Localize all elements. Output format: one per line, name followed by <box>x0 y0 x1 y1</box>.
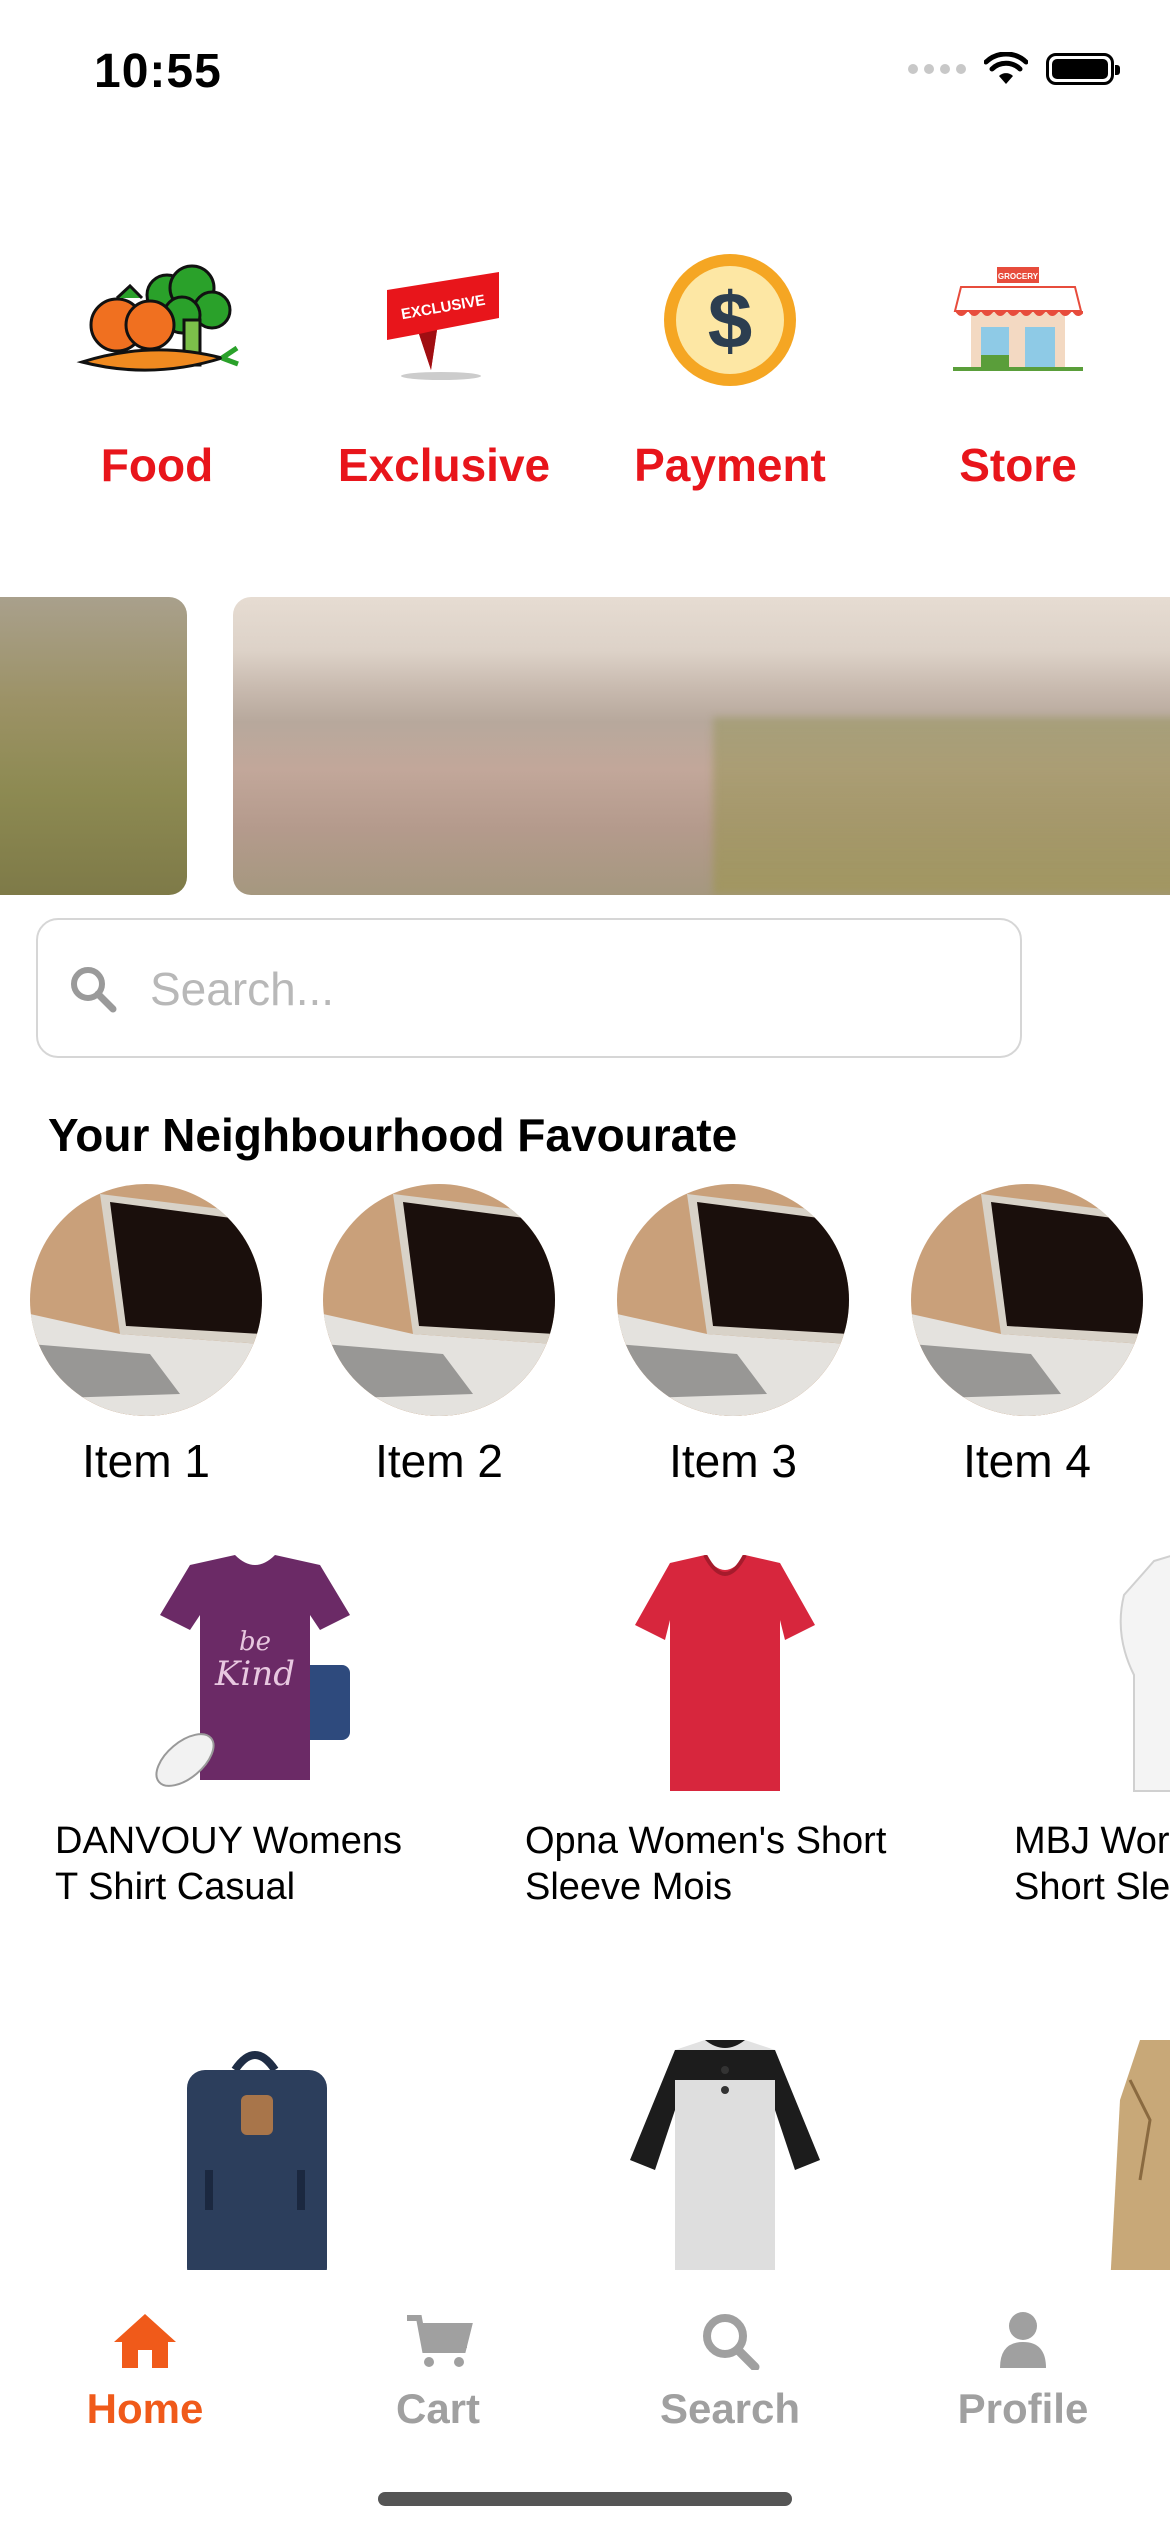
favourite-label: Item 4 <box>963 1435 1091 1487</box>
tshirt-purple-image: be Kind <box>55 1550 455 1800</box>
shirt-white-image <box>1014 1550 1170 1800</box>
home-icon <box>114 2314 176 2368</box>
wifi-icon <box>984 52 1028 84</box>
search-bar[interactable] <box>36 918 1022 1058</box>
dollar-coin-icon: $ <box>600 240 860 400</box>
profile-icon <box>1000 2312 1046 2368</box>
favourite-item[interactable]: Item 1 <box>30 1184 262 1488</box>
section-title: Your Neighbourhood Favourate <box>48 1109 738 1161</box>
status-icons <box>908 52 1120 86</box>
category-food[interactable]: Food <box>27 240 287 492</box>
favourite-item[interactable]: Item 4 <box>911 1184 1143 1488</box>
category-label: Payment <box>634 439 826 491</box>
product-card[interactable] <box>55 2040 455 2290</box>
grocery-store-icon: GROCERY <box>888 240 1148 400</box>
tshirt-red-image <box>525 1550 925 1800</box>
favourites-row: Item 1 Item 2 Item 3 Item 4 <box>0 1184 1170 1487</box>
status-bar: 10:55 <box>0 0 1170 150</box>
tab-cart[interactable]: Cart <box>338 2310 538 2433</box>
laptop-thumbnail <box>323 1184 555 1416</box>
tab-label: Home <box>86 2385 204 2432</box>
tab-profile[interactable]: Profile <box>923 2310 1123 2433</box>
svg-text:Kind: Kind <box>214 1654 295 1694</box>
search-icon <box>703 2314 760 2372</box>
favourite-label: Item 2 <box>375 1435 503 1487</box>
svg-text:$: $ <box>708 276 753 365</box>
favourite-item[interactable]: Item 3 <box>617 1184 849 1488</box>
battery-icon <box>1046 53 1120 85</box>
favourite-label: Item 3 <box>669 1435 797 1487</box>
backpack-image <box>55 2040 455 2290</box>
laptop-thumbnail <box>30 1184 262 1416</box>
trench-coat-image <box>1080 2040 1170 2290</box>
cart-icon <box>407 2315 473 2367</box>
product-card[interactable]: MBJ Wor Short Sle <box>1014 1550 1170 1910</box>
category-label: Food <box>100 439 214 491</box>
product-title: Opna Women's Short Sleeve Mois <box>525 1820 887 1908</box>
laptop-thumbnail <box>617 1184 849 1416</box>
svg-text:be: be <box>239 1627 271 1657</box>
exclusive-ribbon-icon: EXCLUSIVE <box>314 240 574 400</box>
vegetables-icon <box>27 240 287 400</box>
henley-shirt-image <box>525 2040 925 2290</box>
category-exclusive[interactable]: EXCLUSIVE Exclusive <box>314 240 574 492</box>
category-row: Food EXCLUSIVE Exclusive $ Payment GROCE… <box>0 240 1170 510</box>
svg-text:GROCERY: GROCERY <box>998 272 1039 281</box>
category-label: Store <box>959 439 1077 491</box>
laptop-thumbnail <box>911 1184 1143 1416</box>
tab-search[interactable]: Search <box>630 2310 830 2433</box>
product-title: MBJ Wor Short Sle <box>1014 1820 1170 1908</box>
favourite-label: Item 1 <box>82 1435 210 1487</box>
banner-slide-current[interactable] <box>233 597 1170 895</box>
product-card[interactable] <box>525 2040 925 2290</box>
tab-label: Search <box>659 2385 801 2432</box>
banner-slide-previous[interactable] <box>0 597 187 895</box>
favourite-item[interactable]: Item 2 <box>323 1184 555 1488</box>
category-label: Exclusive <box>337 439 551 491</box>
product-card[interactable]: Opna Women's Short Sleeve Mois <box>525 1550 925 1910</box>
search-icon <box>71 967 117 1013</box>
product-card[interactable] <box>1080 2040 1170 2290</box>
tab-label: Cart <box>395 2385 481 2432</box>
product-title: DANVOUY Womens T Shirt Casual <box>55 1820 403 1908</box>
category-store[interactable]: GROCERY Store <box>888 240 1148 492</box>
category-payment[interactable]: $ Payment <box>600 240 860 492</box>
product-card[interactable]: be Kind DANVOUY Womens T Shirt Casual <box>55 1550 455 1910</box>
search-input[interactable] <box>148 948 972 1030</box>
tab-label: Profile <box>957 2385 1089 2432</box>
cellular-signal-icon <box>908 64 966 74</box>
home-indicator[interactable] <box>378 2492 792 2506</box>
status-time: 10:55 <box>94 45 222 98</box>
tab-home[interactable]: Home <box>45 2310 245 2433</box>
